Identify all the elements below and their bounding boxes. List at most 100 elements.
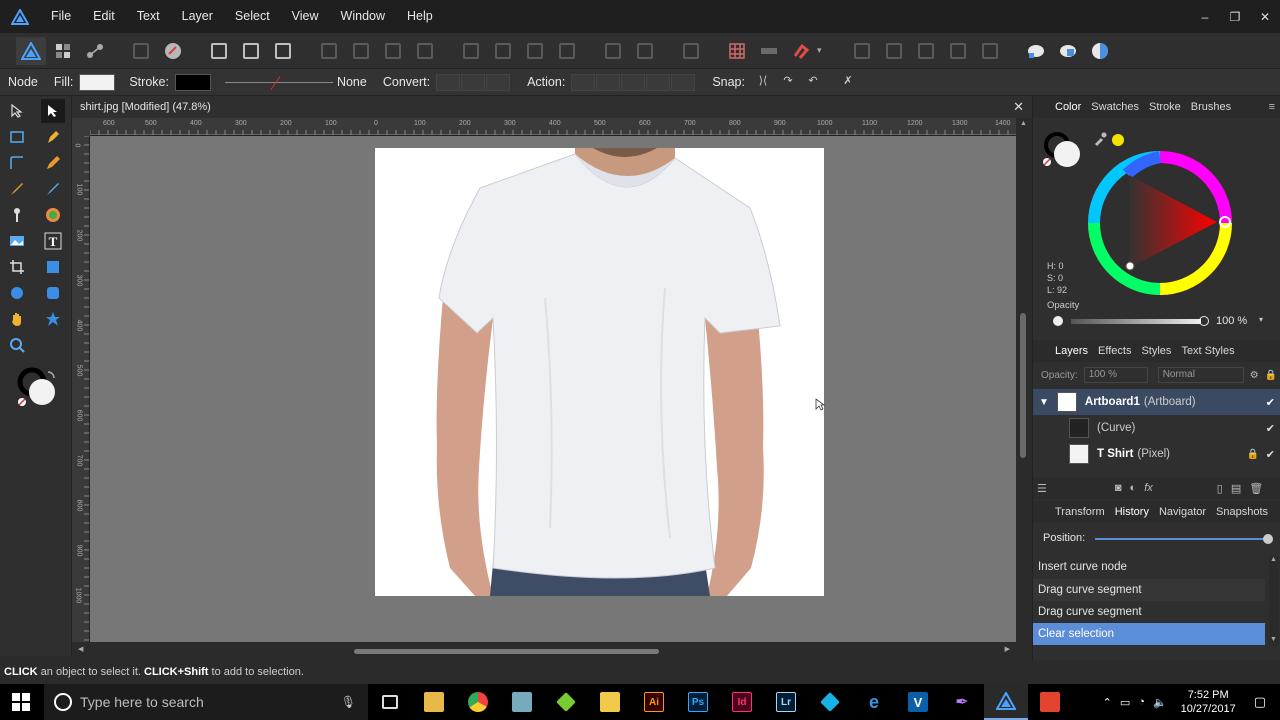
insert-selected-icon[interactable] <box>943 37 973 65</box>
edge-icon[interactable]: e <box>852 684 896 720</box>
opacity-value[interactable]: 100 % <box>1216 315 1247 327</box>
windows-start-icon[interactable] <box>12 693 30 714</box>
selection-box-icon[interactable] <box>236 37 266 65</box>
menu-file[interactable]: File <box>40 0 82 33</box>
adjustment-icon[interactable]: ◐ <box>1130 482 1137 494</box>
indesign-icon[interactable]: Id <box>720 684 764 720</box>
minimize-button[interactable]: – <box>1190 10 1220 24</box>
tab-text-styles[interactable]: Text Styles <box>1181 345 1234 357</box>
rounded-rectangle-tool-icon[interactable] <box>41 281 65 305</box>
fx-icon[interactable]: fx <box>1144 482 1153 494</box>
fill-tool-icon[interactable] <box>41 177 65 201</box>
illustrator-icon[interactable]: Ai <box>632 684 676 720</box>
insert-after-icon[interactable] <box>975 37 1005 65</box>
menu-view[interactable]: View <box>281 0 330 33</box>
sketch-icon[interactable] <box>544 684 588 720</box>
hand-tool-icon[interactable] <box>5 307 29 331</box>
text-tool-icon[interactable]: T <box>41 229 65 253</box>
corner-tool-icon[interactable] <box>5 151 29 175</box>
convert-smooth-icon[interactable] <box>461 73 486 91</box>
task-view-icon[interactable] <box>368 684 412 720</box>
document-tab[interactable]: shirt.jpg [Modified] (47.8%) ✕ <box>72 96 1032 118</box>
place-image-tool-icon[interactable] <box>5 229 29 253</box>
action-close-icon[interactable] <box>596 73 621 91</box>
history-scrollbar[interactable]: ▲ ▼ <box>1269 556 1279 646</box>
layer-row-curve[interactable]: (Curve) ✔ <box>1033 415 1280 441</box>
canvas[interactable] <box>90 136 1016 642</box>
affinity-designer-task-icon[interactable] <box>984 684 1028 720</box>
feather-icon[interactable]: ✒ <box>940 684 984 720</box>
t-shirt-photo[interactable] <box>375 148 824 596</box>
visibility-checkbox[interactable]: ✔ <box>1266 396 1275 409</box>
tab-transform[interactable]: Transform <box>1055 506 1105 518</box>
expand-triangle-icon[interactable]: ▼ <box>1039 397 1049 408</box>
horizontal-scroll-thumb[interactable] <box>354 649 659 654</box>
color-picker-tool-icon[interactable] <box>41 203 65 227</box>
star-tool-icon[interactable] <box>41 307 65 331</box>
horizontal-scrollbar[interactable]: ◀ ▶ <box>72 642 1016 660</box>
menu-window[interactable]: Window <box>330 0 396 33</box>
toolbar-disabled-icon[interactable] <box>126 37 156 65</box>
menu-layer[interactable]: Layer <box>171 0 224 33</box>
history-item[interactable]: Insert curve node <box>1033 556 1265 578</box>
mode-inside-icon[interactable] <box>1085 37 1115 65</box>
volume-icon[interactable]: 🔈 <box>1153 696 1167 709</box>
screen-capture-icon[interactable] <box>1028 684 1072 720</box>
stroke-width-slider[interactable] <box>224 74 333 91</box>
move-forward-icon[interactable] <box>630 37 660 65</box>
eyedropper-icon[interactable] <box>1093 132 1107 149</box>
paint-icon[interactable] <box>500 684 544 720</box>
boolean-subtract-icon[interactable] <box>346 37 376 65</box>
boolean-add-icon[interactable] <box>314 37 344 65</box>
history-item-selected[interactable]: Clear selection <box>1033 623 1265 645</box>
mode-normal-icon[interactable] <box>1021 37 1051 65</box>
convert-sharp-icon[interactable] <box>436 73 461 91</box>
boolean-intersect-icon[interactable] <box>378 37 408 65</box>
close-document-button[interactable]: ✕ <box>1013 99 1024 115</box>
opacity-dropdown-icon[interactable]: ▾ <box>1259 315 1263 324</box>
fill-swatch[interactable] <box>79 73 116 91</box>
vertical-scroll-thumb[interactable] <box>1020 313 1026 458</box>
tab-snapshots[interactable]: Snapshots <box>1216 506 1268 518</box>
pencil-tool-icon[interactable] <box>41 151 65 175</box>
pixel-brush-tool-icon[interactable] <box>5 203 29 227</box>
insert-inside-icon[interactable] <box>911 37 941 65</box>
history-position-slider[interactable] <box>1095 534 1273 544</box>
fill-stroke-selector-icon[interactable] <box>16 366 60 410</box>
move-back-icon[interactable] <box>598 37 628 65</box>
layers-stack-icon[interactable]: ☰ <box>1037 482 1047 495</box>
insert-top-icon[interactable] <box>879 37 909 65</box>
tab-effects[interactable]: Effects <box>1098 345 1131 357</box>
menu-edit[interactable]: Edit <box>82 0 126 33</box>
visibility-checkbox[interactable]: ✔ <box>1266 422 1275 435</box>
layer-lock-icon[interactable]: 🔒 <box>1265 370 1277 381</box>
history-item[interactable]: Drag curve segment <box>1033 579 1265 601</box>
chrome-icon[interactable] <box>456 684 500 720</box>
artboard-tool-icon[interactable] <box>5 125 29 149</box>
node-tool-icon[interactable] <box>41 99 65 123</box>
kodi-icon[interactable] <box>808 684 852 720</box>
action-break-icon[interactable] <box>571 73 596 91</box>
ellipse-tool-icon[interactable] <box>5 281 29 305</box>
action-smooth-icon[interactable] <box>621 73 646 91</box>
mask-icon[interactable]: ◙ <box>1115 482 1122 494</box>
tab-brushes[interactable]: Brushes <box>1191 101 1231 113</box>
tray-chevron-icon[interactable]: ⌃ <box>1103 696 1112 709</box>
tab-color[interactable]: Color <box>1055 101 1081 113</box>
new-layer-icon[interactable]: ▯ <box>1217 482 1223 495</box>
layer-opacity-field[interactable]: 100 % <box>1083 367 1148 383</box>
assistant-icon[interactable] <box>158 37 188 65</box>
layer-row-artboard[interactable]: ▼ Artboard1 (Artboard) ✔ <box>1033 389 1280 415</box>
grid-icon[interactable] <box>722 37 752 65</box>
lightroom-icon[interactable]: Lr <box>764 684 808 720</box>
layer-settings-icon[interactable]: ⚙ <box>1250 370 1259 381</box>
tab-swatches[interactable]: Swatches <box>1091 101 1139 113</box>
duplicate-layer-icon[interactable]: ▤ <box>1231 482 1241 495</box>
notifications-icon[interactable]: ▢ <box>1254 694 1266 710</box>
vertical-scrollbar[interactable]: ▲ <box>1016 118 1032 642</box>
rectangle-tool-icon[interactable] <box>41 255 65 279</box>
move-tool-icon[interactable] <box>5 99 29 123</box>
snap-bracket-icon[interactable]: ⟩⟨ <box>751 74 775 91</box>
zoom-tool-icon[interactable] <box>5 333 29 357</box>
snap-curve2-icon[interactable]: ↶ <box>801 74 825 91</box>
